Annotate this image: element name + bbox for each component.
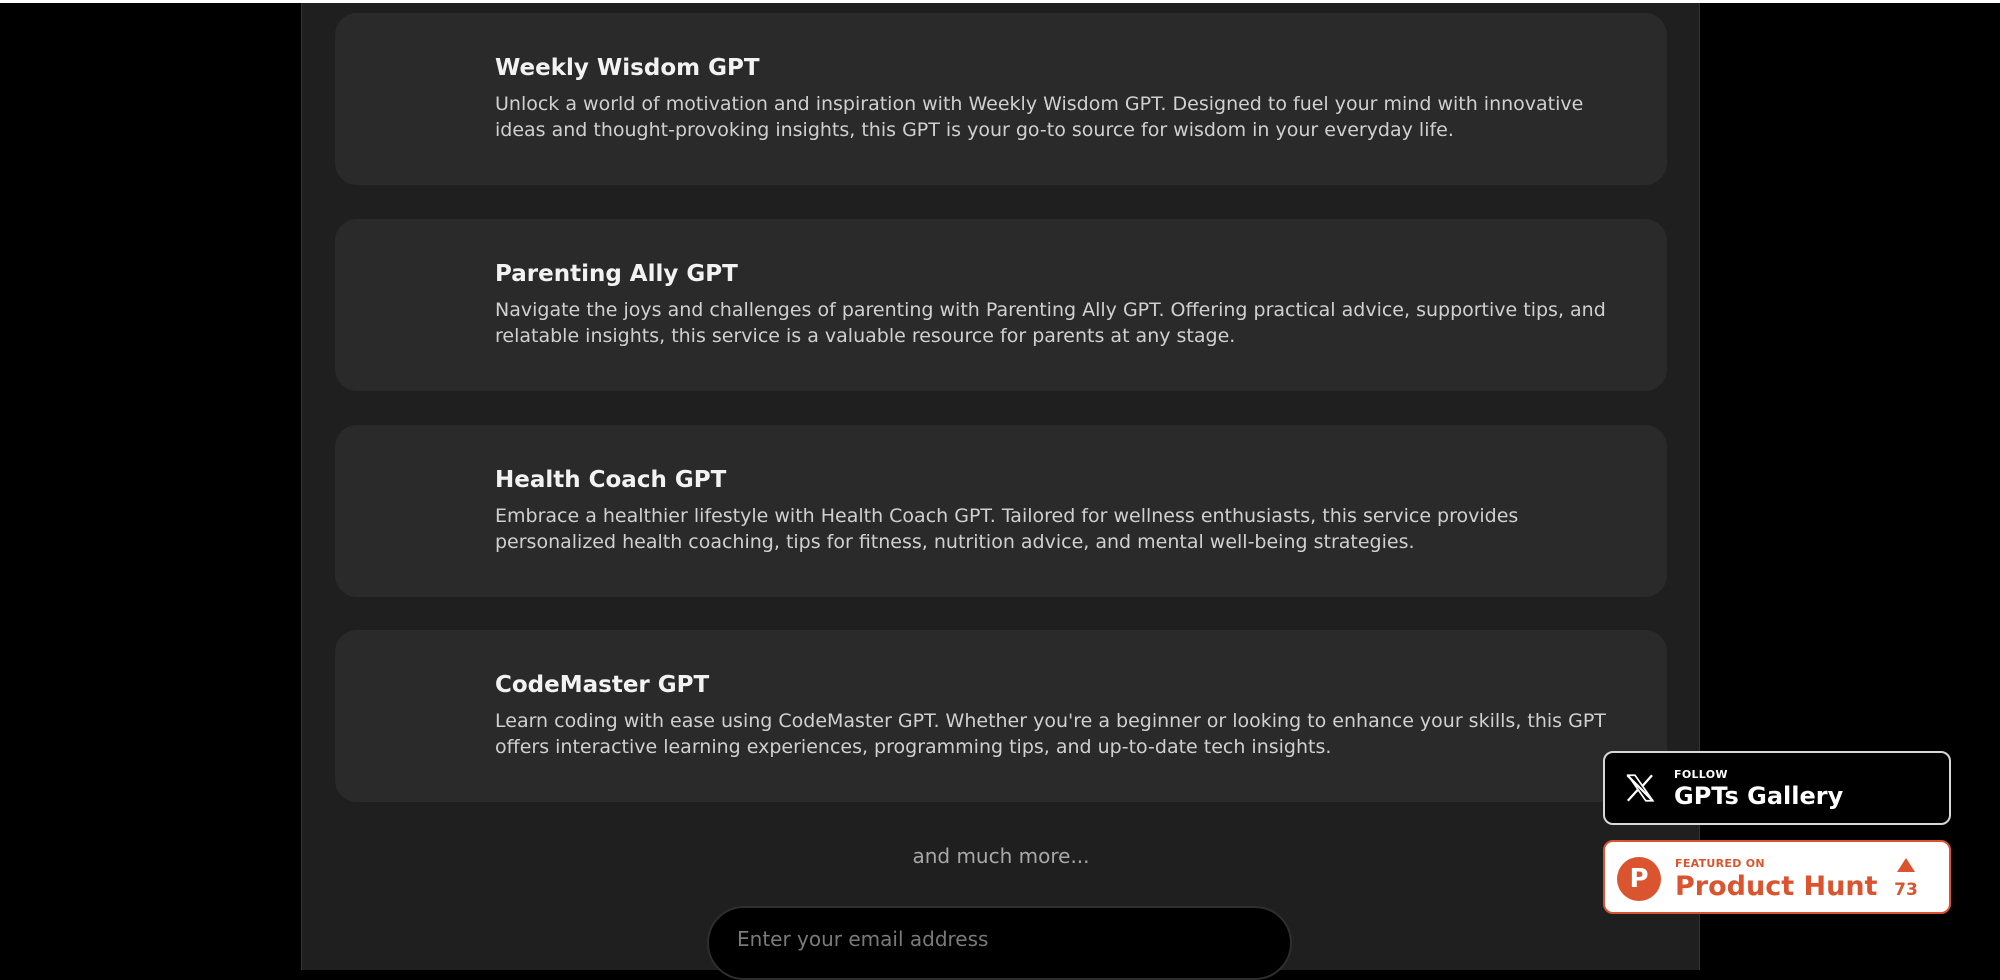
card-description: Learn coding with ease using CodeMaster … xyxy=(495,710,1606,758)
card-title: CodeMaster GPT xyxy=(495,672,710,698)
gpts-gallery-label: GPTs Gallery xyxy=(1674,782,1844,810)
featured-on-label: FEATURED ON xyxy=(1675,857,1765,870)
email-input[interactable] xyxy=(707,906,1292,980)
gpt-card-health-coach[interactable]: Health Coach GPT Embrace a healthier lif… xyxy=(335,425,1667,597)
card-title: Weekly Wisdom GPT xyxy=(495,55,760,81)
card-description: Embrace a healthier lifestyle with Healt… xyxy=(495,505,1519,553)
product-hunt-label: Product Hunt xyxy=(1675,871,1878,902)
card-title: Parenting Ally GPT xyxy=(495,261,738,287)
x-logo-icon xyxy=(1626,774,1655,802)
card-description: Unlock a world of motivation and inspira… xyxy=(495,93,1584,141)
gpt-card-parenting-ally[interactable]: Parenting Ally GPT Navigate the joys and… xyxy=(335,219,1667,391)
product-hunt-logo-icon: P xyxy=(1617,857,1661,901)
gpt-card-codemaster[interactable]: CodeMaster GPT Learn coding with ease us… xyxy=(335,630,1667,802)
upvote-triangle-icon xyxy=(1897,858,1915,872)
follow-x-badge[interactable]: FOLLOW GPTs Gallery xyxy=(1603,751,1951,825)
gpt-card-weekly-wisdom[interactable]: Weekly Wisdom GPT Unlock a world of moti… xyxy=(335,13,1667,185)
upvote-count: 73 xyxy=(1894,880,1918,900)
follow-label: FOLLOW xyxy=(1674,768,1728,781)
card-description: Navigate the joys and challenges of pare… xyxy=(495,299,1606,347)
product-hunt-badge[interactable]: P FEATURED ON Product Hunt 73 xyxy=(1603,840,1951,914)
card-title: Health Coach GPT xyxy=(495,467,727,493)
and-much-more-text: and much more... xyxy=(912,844,1090,868)
